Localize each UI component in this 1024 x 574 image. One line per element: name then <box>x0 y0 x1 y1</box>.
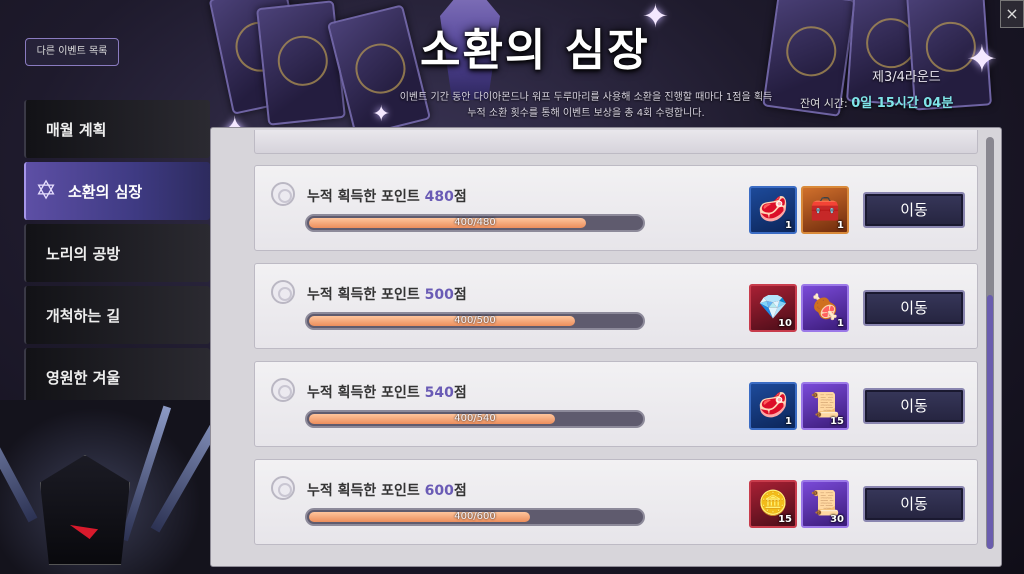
reward-item-slot[interactable]: 📜 15 <box>801 382 849 430</box>
reward-points-label: 누적 획득한 포인트 480점 <box>307 186 467 206</box>
move-button[interactable]: 이동 <box>863 192 965 228</box>
status-circle-icon <box>271 378 295 402</box>
points-prefix: 누적 획득한 포인트 <box>307 385 420 401</box>
reward-row: 누적 획득한 포인트 540점 400/540 🥩 1 📜 15 이동 <box>254 361 978 447</box>
item-quantity: 1 <box>837 220 844 231</box>
reward-points-label: 누적 획득한 포인트 540점 <box>307 382 467 402</box>
summon-star-icon: ✡ <box>35 176 57 206</box>
reward-item-slot[interactable]: 🪙 15 <box>749 480 797 528</box>
round-indicator: 제3/4라운드 <box>872 70 941 85</box>
progress-text: 400/500 <box>454 315 496 326</box>
points-value: 540 <box>424 385 454 401</box>
item-quantity: 1 <box>785 416 792 427</box>
reward-item-slot[interactable]: 🥩 1 <box>749 186 797 234</box>
points-unit: 점 <box>453 483 467 499</box>
points-prefix: 누적 획득한 포인트 <box>307 189 420 205</box>
scrollbar-thumb[interactable] <box>987 295 993 549</box>
move-button[interactable]: 이동 <box>863 388 965 424</box>
sidebar-item-label: 영원한 겨울 <box>46 368 121 387</box>
close-button[interactable]: × <box>1000 0 1024 28</box>
progress-text: 400/600 <box>454 511 496 522</box>
character-illustration <box>0 400 210 574</box>
points-prefix: 누적 획득한 포인트 <box>307 483 420 499</box>
item-quantity: 15 <box>830 416 844 427</box>
previous-reward-row-edge <box>254 130 978 154</box>
description-line: 이벤트 기간 동안 다이아몬드나 워프 두루마리를 사용해 소환을 진행할 때마… <box>399 92 773 103</box>
reward-row: 누적 획득한 포인트 500점 400/500 💎 10 🍖 1 이동 <box>254 263 978 349</box>
progress-bar: 400/480 <box>305 214 645 232</box>
page-title: 소환의 심장 <box>420 25 650 76</box>
sparkle-icon: ✦ <box>966 37 998 81</box>
points-unit: 점 <box>453 189 467 205</box>
move-button[interactable]: 이동 <box>863 486 965 522</box>
progress-bar: 400/540 <box>305 410 645 428</box>
sidebar-item-summon-heart[interactable]: ✡ 소환의 심장 <box>24 162 210 220</box>
remaining-time-label: 잔여 시간: <box>800 97 848 110</box>
points-prefix: 누적 획득한 포인트 <box>307 287 420 303</box>
item-quantity: 30 <box>830 514 844 525</box>
reward-points-label: 누적 획득한 포인트 600점 <box>307 480 467 500</box>
status-circle-icon <box>271 476 295 500</box>
item-quantity: 1 <box>785 220 792 231</box>
sidebar-item-nori-workshop[interactable]: 노리의 공방 <box>24 224 210 282</box>
status-circle-icon <box>271 280 295 304</box>
progress-bar: 400/500 <box>305 312 645 330</box>
progress-text: 400/540 <box>454 413 496 424</box>
progress-bar: 400/600 <box>305 508 645 526</box>
sidebar-item-monthly-plan[interactable]: 매월 계획 <box>24 100 210 158</box>
event-sidebar: 매월 계획 ✡ 소환의 심장 노리의 공방 개척하는 길 영원한 겨울 <box>24 100 210 410</box>
item-quantity: 15 <box>778 514 792 525</box>
sidebar-item-eternal-winter[interactable]: 영원한 겨울 <box>24 348 210 406</box>
remaining-time: 잔여 시간: 0일 15시간 04분 <box>800 92 953 111</box>
reward-points-label: 누적 획득한 포인트 500점 <box>307 284 467 304</box>
points-unit: 점 <box>453 385 467 401</box>
reward-item-slot[interactable]: 📜 30 <box>801 480 849 528</box>
points-value: 500 <box>424 287 454 303</box>
remaining-time-value: 0일 15시간 04분 <box>851 96 954 111</box>
sidebar-item-label: 개척하는 길 <box>46 306 121 325</box>
sidebar-item-label: 매월 계획 <box>46 120 107 139</box>
points-value: 480 <box>424 189 454 205</box>
reward-item-slot[interactable]: 🧰 1 <box>801 186 849 234</box>
sidebar-item-pioneer-road[interactable]: 개척하는 길 <box>24 286 210 344</box>
status-circle-icon <box>271 182 295 206</box>
event-description: 이벤트 기간 동안 다이아몬드나 워프 두루마리를 사용해 소환을 진행할 때마… <box>356 90 816 122</box>
sidebar-item-label: 노리의 공방 <box>46 244 121 263</box>
reward-item-slot[interactable]: 🥩 1 <box>749 382 797 430</box>
reward-item-slot[interactable]: 💎 10 <box>749 284 797 332</box>
progress-text: 400/480 <box>454 217 496 228</box>
points-unit: 점 <box>453 287 467 303</box>
points-value: 600 <box>424 483 454 499</box>
other-events-button[interactable]: 다른 이벤트 목록 <box>25 38 119 66</box>
reward-row: 누적 획득한 포인트 480점 400/480 🥩 1 🧰 1 이동 <box>254 165 978 251</box>
sidebar-item-label: 소환의 심장 <box>68 182 143 201</box>
item-quantity: 10 <box>778 318 792 329</box>
description-line: 누적 소환 횟수를 통해 이벤트 보상을 총 4회 수령합니다. <box>467 108 705 119</box>
move-button[interactable]: 이동 <box>863 290 965 326</box>
reward-item-slot[interactable]: 🍖 1 <box>801 284 849 332</box>
item-quantity: 1 <box>837 318 844 329</box>
reward-row: 누적 획득한 포인트 600점 400/600 🪙 15 📜 30 이동 <box>254 459 978 545</box>
